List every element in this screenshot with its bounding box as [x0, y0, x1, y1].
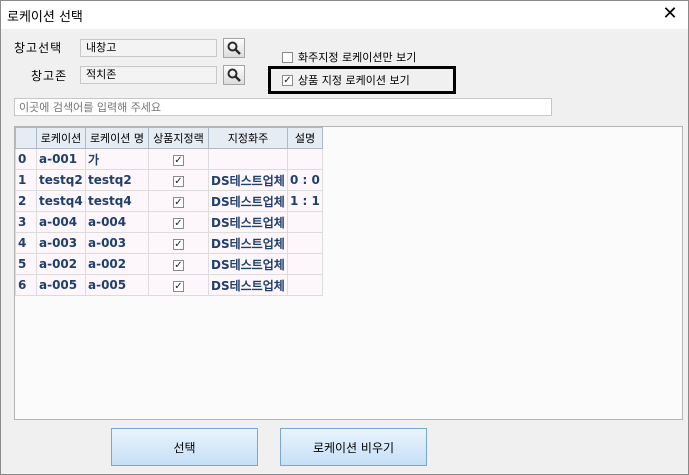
- table-header-row: 로케이션 로케이션 명 상품지정랙 지정화주 설명: [15, 127, 323, 149]
- owner-cell: DS테스트업체: [208, 190, 288, 212]
- row-index: 1: [15, 169, 37, 191]
- warehouse-label: 창고선택: [14, 41, 63, 55]
- row-index: 5: [15, 253, 37, 275]
- product-rack-checkbox[interactable]: ✓: [173, 155, 184, 166]
- select-button[interactable]: 선택: [111, 428, 258, 466]
- window-title: 로케이션 선택: [7, 10, 83, 25]
- column-header-description[interactable]: 설명: [287, 127, 323, 149]
- description-cell: 0 : 0: [287, 169, 323, 191]
- row-index: 4: [15, 232, 37, 254]
- location-select-dialog: 로케이션 선택 ✕ 창고선택 내창고 창고존 적치존 화주지정 로케이션만 보기…: [0, 0, 689, 475]
- column-header-location-name[interactable]: 로케이션 명: [85, 127, 149, 149]
- owner-cell: DS테스트업체: [208, 211, 288, 233]
- product-rack-checkbox[interactable]: ✓: [173, 176, 184, 187]
- product-rack-checkbox[interactable]: ✓: [173, 260, 184, 271]
- product-rack-checkbox[interactable]: ✓: [173, 239, 184, 250]
- owner-cell: DS테스트업체: [208, 169, 288, 191]
- owner-only-option[interactable]: 화주지정 로케이션만 보기: [282, 49, 416, 65]
- table-row[interactable]: 4 a-003 a-003 ✓ DS테스트업체: [15, 232, 323, 254]
- magnifier-icon: [227, 68, 241, 82]
- description-cell: [287, 253, 323, 275]
- location-name: a-002: [85, 253, 149, 275]
- dialog-body: 창고선택 내창고 창고존 적치존 화주지정 로케이션만 보기 ✓ 상품 지정 로…: [1, 29, 688, 474]
- location-code: testq2: [36, 169, 86, 191]
- column-header-owner[interactable]: 지정화주: [208, 127, 288, 149]
- table-row[interactable]: 2 testq4 testq4 ✓ DS테스트업체 1 : 1: [15, 190, 323, 212]
- owner-cell: DS테스트업체: [208, 232, 288, 254]
- product-rack-checkbox[interactable]: ✓: [173, 197, 184, 208]
- zone-field[interactable]: 적치존: [80, 66, 217, 84]
- table-row[interactable]: 3 a-004 a-004 ✓ DS테스트업체: [15, 211, 323, 233]
- search-input[interactable]: [14, 98, 552, 116]
- location-name: a-004: [85, 211, 149, 233]
- warehouse-field[interactable]: 내창고: [80, 39, 217, 57]
- description-cell: [287, 148, 323, 170]
- product-location-checkbox[interactable]: ✓: [282, 74, 293, 86]
- title-bar: 로케이션 선택 ✕: [1, 1, 688, 29]
- location-name: a-003: [85, 232, 149, 254]
- description-cell: [287, 232, 323, 254]
- product-rack-checkbox[interactable]: ✓: [173, 218, 184, 229]
- table-row[interactable]: 1 testq2 testq2 ✓ DS테스트업체 0 : 0: [15, 169, 323, 191]
- zone-label: 창고존: [31, 69, 68, 83]
- product-location-option[interactable]: ✓ 상품 지정 로케이션 보기: [268, 66, 456, 94]
- location-code: testq4: [36, 190, 86, 212]
- location-code: a-005: [36, 274, 86, 296]
- row-index: 6: [15, 274, 37, 296]
- magnifier-icon: [227, 41, 241, 55]
- location-code: a-002: [36, 253, 86, 275]
- column-header-location[interactable]: 로케이션: [36, 127, 86, 149]
- owner-cell: [208, 148, 288, 170]
- row-index: 2: [15, 190, 37, 212]
- description-cell: 1 : 1: [287, 190, 323, 212]
- column-header-product-rack[interactable]: 상품지정랙: [148, 127, 209, 149]
- description-cell: [287, 211, 323, 233]
- owner-only-checkbox[interactable]: [282, 51, 293, 63]
- location-name: testq2: [85, 169, 149, 191]
- row-index: 3: [15, 211, 37, 233]
- description-cell: [287, 274, 323, 296]
- table-row[interactable]: 5 a-002 a-002 ✓ DS테스트업체: [15, 253, 323, 275]
- location-table: 로케이션 로케이션 명 상품지정랙 지정화주 설명 0 a-001 가 ✓ 1 …: [15, 127, 323, 296]
- warehouse-search-button[interactable]: [223, 38, 245, 58]
- owner-cell: DS테스트업체: [208, 274, 288, 296]
- table-row[interactable]: 0 a-001 가 ✓: [15, 148, 323, 170]
- location-code: a-003: [36, 232, 86, 254]
- table-row[interactable]: 6 a-005 a-005 ✓ DS테스트업체: [15, 274, 323, 296]
- product-rack-checkbox[interactable]: ✓: [173, 281, 184, 292]
- owner-only-label: 화주지정 로케이션만 보기: [298, 51, 417, 64]
- location-name: a-005: [85, 274, 149, 296]
- location-code: a-001: [36, 148, 86, 170]
- owner-cell: DS테스트업체: [208, 253, 288, 275]
- location-grid: 로케이션 로케이션 명 상품지정랙 지정화주 설명 0 a-001 가 ✓ 1 …: [14, 126, 683, 420]
- location-name: 가: [85, 148, 149, 170]
- column-header-index: [15, 127, 37, 149]
- product-location-label: 상품 지정 로케이션 보기: [298, 74, 410, 87]
- row-index: 0: [15, 148, 37, 170]
- location-name: testq4: [85, 190, 149, 212]
- close-icon[interactable]: ✕: [660, 3, 680, 25]
- clear-location-button[interactable]: 로케이션 비우기: [280, 428, 427, 466]
- location-code: a-004: [36, 211, 86, 233]
- zone-search-button[interactable]: [223, 65, 245, 85]
